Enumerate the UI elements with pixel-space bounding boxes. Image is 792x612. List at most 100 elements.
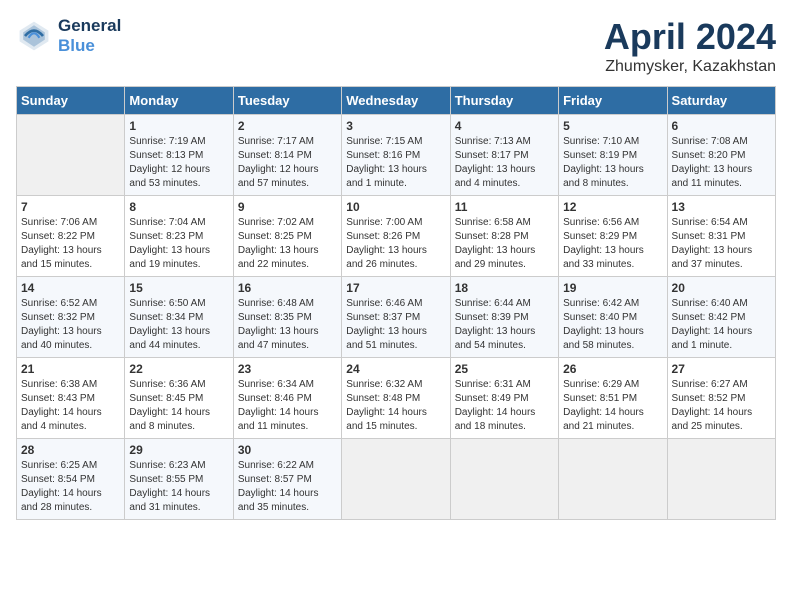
- calendar-body: 1 Sunrise: 7:19 AMSunset: 8:13 PMDaylight…: [17, 115, 776, 520]
- day-number: 4: [455, 119, 554, 133]
- calendar-cell: 27Sunrise: 6:27 AMSunset: 8:52 PMDayligh…: [667, 358, 775, 439]
- weekday-header-monday: Monday: [125, 87, 233, 115]
- calendar-cell: 13 Sunrise: 6:54 AMSunset: 8:31 PMDayligh…: [667, 196, 775, 277]
- day-number: 20: [672, 281, 771, 295]
- day-number: 28: [21, 443, 120, 457]
- cell-info: Sunrise: 6:48 AMSunset: 8:35 PMDaylight:…: [238, 297, 337, 353]
- day-number: 23: [238, 362, 337, 376]
- cell-info: Sunrise: 6:50 AMSunset: 8:34 PMDaylight:…: [129, 297, 228, 353]
- cell-info: Sunrise: 6:23 AMSunset: 8:55 PMDaylight:…: [129, 459, 228, 515]
- calendar-cell: 19Sunrise: 6:42 AMSunset: 8:40 PMDayligh…: [559, 277, 667, 358]
- calendar-cell: 20 Sunrise: 6:40 AMSunset: 8:42 PMDayligh…: [667, 277, 775, 358]
- calendar-cell: 25 Sunrise: 6:31 AMSunset: 8:49 PMDayligh…: [450, 358, 558, 439]
- calendar-header-row: SundayMondayTuesdayWednesdayThursdayFrid…: [17, 87, 776, 115]
- calendar-cell: 28 Sunrise: 6:25 AMSunset: 8:54 PMDayligh…: [17, 439, 125, 520]
- page-subtitle: Zhumysker, Kazakhstan: [604, 58, 776, 76]
- calendar-cell: 14 Sunrise: 6:52 AMSunset: 8:32 PMDayligh…: [17, 277, 125, 358]
- calendar-cell: 1 Sunrise: 7:19 AMSunset: 8:13 PMDaylight…: [125, 115, 233, 196]
- calendar-cell: 17 Sunrise: 6:46 AMSunset: 8:37 PMDayligh…: [342, 277, 450, 358]
- day-number: 29: [129, 443, 228, 457]
- calendar-cell: [342, 439, 450, 520]
- day-number: 1: [129, 119, 228, 133]
- cell-info: Sunrise: 6:56 AMSunset: 8:29 PMDaylight:…: [563, 216, 662, 272]
- logo-icon: [16, 18, 52, 54]
- cell-info: Sunrise: 6:34 AMSunset: 8:46 PMDaylight:…: [238, 378, 337, 434]
- day-number: 13: [672, 200, 771, 214]
- cell-info: Sunrise: 6:44 AMSunset: 8:39 PMDaylight:…: [455, 297, 554, 353]
- weekday-header-thursday: Thursday: [450, 87, 558, 115]
- calendar-cell: 24 Sunrise: 6:32 AMSunset: 8:48 PMDayligh…: [342, 358, 450, 439]
- calendar-cell: 2 Sunrise: 7:17 AMSunset: 8:14 PMDaylight…: [233, 115, 341, 196]
- calendar-cell: 21Sunrise: 6:38 AMSunset: 8:43 PMDayligh…: [17, 358, 125, 439]
- cell-info: Sunrise: 7:06 AMSunset: 8:22 PMDaylight:…: [21, 216, 120, 272]
- title-area: April 2024 Zhumysker, Kazakhstan: [604, 16, 776, 76]
- calendar-cell: [667, 439, 775, 520]
- day-number: 11: [455, 200, 554, 214]
- header: General Blue April 2024 Zhumysker, Kazak…: [16, 16, 776, 76]
- calendar-cell: 10 Sunrise: 7:00 AMSunset: 8:26 PMDayligh…: [342, 196, 450, 277]
- day-number: 25: [455, 362, 554, 376]
- calendar-cell: [559, 439, 667, 520]
- cell-info: Sunrise: 6:29 AMSunset: 8:51 PMDaylight:…: [563, 378, 662, 434]
- day-number: 26: [563, 362, 662, 376]
- calendar-cell: 5Sunrise: 7:10 AMSunset: 8:19 PMDaylight…: [559, 115, 667, 196]
- calendar-week-row: 28 Sunrise: 6:25 AMSunset: 8:54 PMDayligh…: [17, 439, 776, 520]
- calendar-cell: 26 Sunrise: 6:29 AMSunset: 8:51 PMDayligh…: [559, 358, 667, 439]
- day-number: 7: [21, 200, 120, 214]
- cell-info: Sunrise: 6:40 AMSunset: 8:42 PMDaylight:…: [672, 297, 771, 353]
- cell-info: Sunrise: 7:00 AMSunset: 8:26 PMDaylight:…: [346, 216, 445, 272]
- weekday-header-friday: Friday: [559, 87, 667, 115]
- calendar-cell: 11 Sunrise: 6:58 AMSunset: 8:28 PMDayligh…: [450, 196, 558, 277]
- cell-info: Sunrise: 7:13 AMSunset: 8:17 PMDaylight:…: [455, 135, 554, 191]
- day-number: 12: [563, 200, 662, 214]
- cell-info: Sunrise: 6:25 AMSunset: 8:54 PMDaylight:…: [21, 459, 120, 515]
- cell-info: Sunrise: 7:15 AMSunset: 8:16 PMDaylight:…: [346, 135, 445, 191]
- calendar-cell: 4 Sunrise: 7:13 AMSunset: 8:17 PMDaylight…: [450, 115, 558, 196]
- calendar-cell: 12 Sunrise: 6:56 AMSunset: 8:29 PMDayligh…: [559, 196, 667, 277]
- cell-info: Sunrise: 6:54 AMSunset: 8:31 PMDaylight:…: [672, 216, 771, 272]
- day-number: 17: [346, 281, 445, 295]
- weekday-header-sunday: Sunday: [17, 87, 125, 115]
- cell-info: Sunrise: 6:32 AMSunset: 8:48 PMDaylight:…: [346, 378, 445, 434]
- calendar-table: SundayMondayTuesdayWednesdayThursdayFrid…: [16, 86, 776, 520]
- cell-info: Sunrise: 6:27 AMSunset: 8:52 PMDaylight:…: [672, 378, 771, 434]
- cell-info: Sunrise: 7:17 AMSunset: 8:14 PMDaylight:…: [238, 135, 337, 191]
- day-number: 15: [129, 281, 228, 295]
- calendar-cell: 3Sunrise: 7:15 AMSunset: 8:16 PMDaylight…: [342, 115, 450, 196]
- day-number: 6: [672, 119, 771, 133]
- logo-text: General Blue: [58, 16, 121, 56]
- day-number: 14: [21, 281, 120, 295]
- calendar-cell: 15 Sunrise: 6:50 AMSunset: 8:34 PMDayligh…: [125, 277, 233, 358]
- day-number: 18: [455, 281, 554, 295]
- day-number: 8: [129, 200, 228, 214]
- day-number: 10: [346, 200, 445, 214]
- cell-info: Sunrise: 7:02 AMSunset: 8:25 PMDaylight:…: [238, 216, 337, 272]
- day-number: 2: [238, 119, 337, 133]
- calendar-cell: 7 Sunrise: 7:06 AMSunset: 8:22 PMDaylight…: [17, 196, 125, 277]
- day-number: 16: [238, 281, 337, 295]
- calendar-week-row: 14 Sunrise: 6:52 AMSunset: 8:32 PMDayligh…: [17, 277, 776, 358]
- calendar-cell: 29 Sunrise: 6:23 AMSunset: 8:55 PMDayligh…: [125, 439, 233, 520]
- cell-info: Sunrise: 7:08 AMSunset: 8:20 PMDaylight:…: [672, 135, 771, 191]
- weekday-header-saturday: Saturday: [667, 87, 775, 115]
- cell-info: Sunrise: 6:52 AMSunset: 8:32 PMDaylight:…: [21, 297, 120, 353]
- cell-info: Sunrise: 6:58 AMSunset: 8:28 PMDaylight:…: [455, 216, 554, 272]
- logo: General Blue: [16, 16, 121, 56]
- day-number: 24: [346, 362, 445, 376]
- calendar-cell: [17, 115, 125, 196]
- day-number: 22: [129, 362, 228, 376]
- calendar-week-row: 21Sunrise: 6:38 AMSunset: 8:43 PMDayligh…: [17, 358, 776, 439]
- cell-info: Sunrise: 6:31 AMSunset: 8:49 PMDaylight:…: [455, 378, 554, 434]
- cell-info: Sunrise: 6:22 AMSunset: 8:57 PMDaylight:…: [238, 459, 337, 515]
- cell-info: Sunrise: 7:04 AMSunset: 8:23 PMDaylight:…: [129, 216, 228, 272]
- cell-info: Sunrise: 7:19 AMSunset: 8:13 PMDaylight:…: [129, 135, 228, 191]
- day-number: 30: [238, 443, 337, 457]
- calendar-cell: 8 Sunrise: 7:04 AMSunset: 8:23 PMDaylight…: [125, 196, 233, 277]
- calendar-cell: 6 Sunrise: 7:08 AMSunset: 8:20 PMDaylight…: [667, 115, 775, 196]
- cell-info: Sunrise: 6:42 AMSunset: 8:40 PMDaylight:…: [563, 297, 662, 353]
- weekday-header-tuesday: Tuesday: [233, 87, 341, 115]
- calendar-cell: 18 Sunrise: 6:44 AMSunset: 8:39 PMDayligh…: [450, 277, 558, 358]
- cell-info: Sunrise: 6:46 AMSunset: 8:37 PMDaylight:…: [346, 297, 445, 353]
- day-number: 5: [563, 119, 662, 133]
- cell-info: Sunrise: 6:36 AMSunset: 8:45 PMDaylight:…: [129, 378, 228, 434]
